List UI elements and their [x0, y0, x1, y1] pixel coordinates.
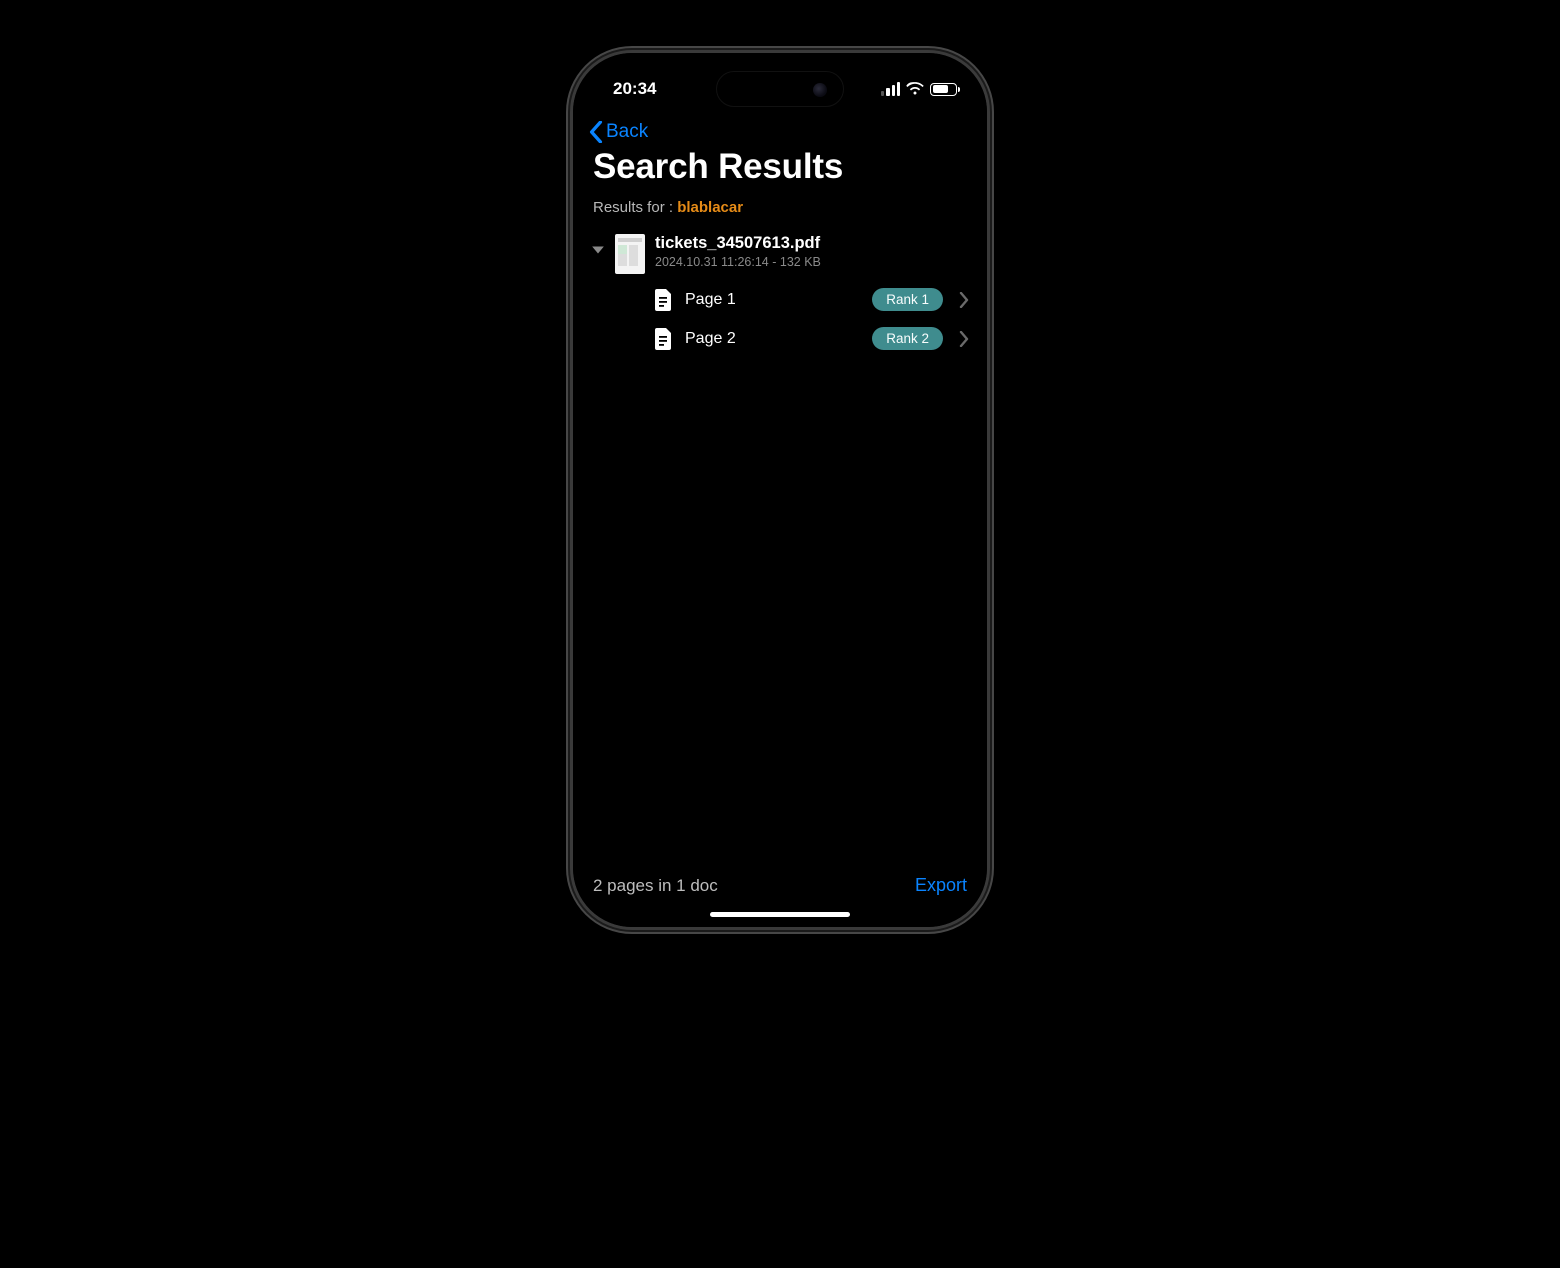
- document-meta: tickets_34507613.pdf 2024.10.31 11:26:14…: [655, 234, 821, 269]
- side-power-button: [989, 298, 990, 393]
- page-label: Page 2: [685, 330, 860, 348]
- wifi-icon: [906, 82, 924, 96]
- status-time: 20:34: [613, 79, 656, 99]
- battery-icon: [930, 83, 957, 96]
- home-indicator[interactable]: [710, 912, 850, 917]
- screen: 20:34 Back Search Results: [573, 53, 987, 927]
- chevron-right-icon: [959, 292, 969, 308]
- page-icon: [653, 289, 673, 311]
- side-silence-switch: [570, 208, 571, 240]
- rank-badge: Rank 2: [872, 327, 943, 350]
- chevron-left-icon: [589, 121, 603, 143]
- status-indicators: [881, 82, 957, 96]
- results-list: tickets_34507613.pdf 2024.10.31 11:26:14…: [573, 228, 987, 867]
- document-thumbnail: [615, 234, 645, 274]
- page-row[interactable]: Page 1 Rank 1: [591, 280, 969, 319]
- search-query: blablacar: [677, 199, 743, 216]
- dynamic-island: [716, 71, 844, 107]
- document-filename: tickets_34507613.pdf: [655, 234, 821, 253]
- page-icon: [653, 328, 673, 350]
- disclosure-triangle-icon[interactable]: [591, 243, 605, 257]
- results-prefix: Results for :: [593, 199, 677, 216]
- rank-badge: Rank 1: [872, 288, 943, 311]
- results-subtitle: Results for : blablacar: [573, 197, 987, 228]
- side-volume-down: [570, 341, 571, 399]
- phone-frame: 20:34 Back Search Results: [570, 50, 990, 930]
- chevron-right-icon: [959, 331, 969, 347]
- back-button[interactable]: Back: [573, 115, 987, 145]
- page-row[interactable]: Page 2 Rank 2: [591, 319, 969, 358]
- back-label: Back: [606, 121, 648, 143]
- cellular-icon: [881, 82, 900, 96]
- bottom-toolbar: 2 pages in 1 doc Export: [573, 867, 987, 908]
- export-button[interactable]: Export: [915, 875, 967, 896]
- side-volume-up: [570, 268, 571, 326]
- result-summary: 2 pages in 1 doc: [593, 876, 718, 896]
- document-row[interactable]: tickets_34507613.pdf 2024.10.31 11:26:14…: [591, 228, 969, 280]
- document-meta-text: 2024.10.31 11:26:14 - 132 KB: [655, 255, 821, 269]
- page-title: Search Results: [573, 145, 987, 197]
- page-label: Page 1: [685, 291, 860, 309]
